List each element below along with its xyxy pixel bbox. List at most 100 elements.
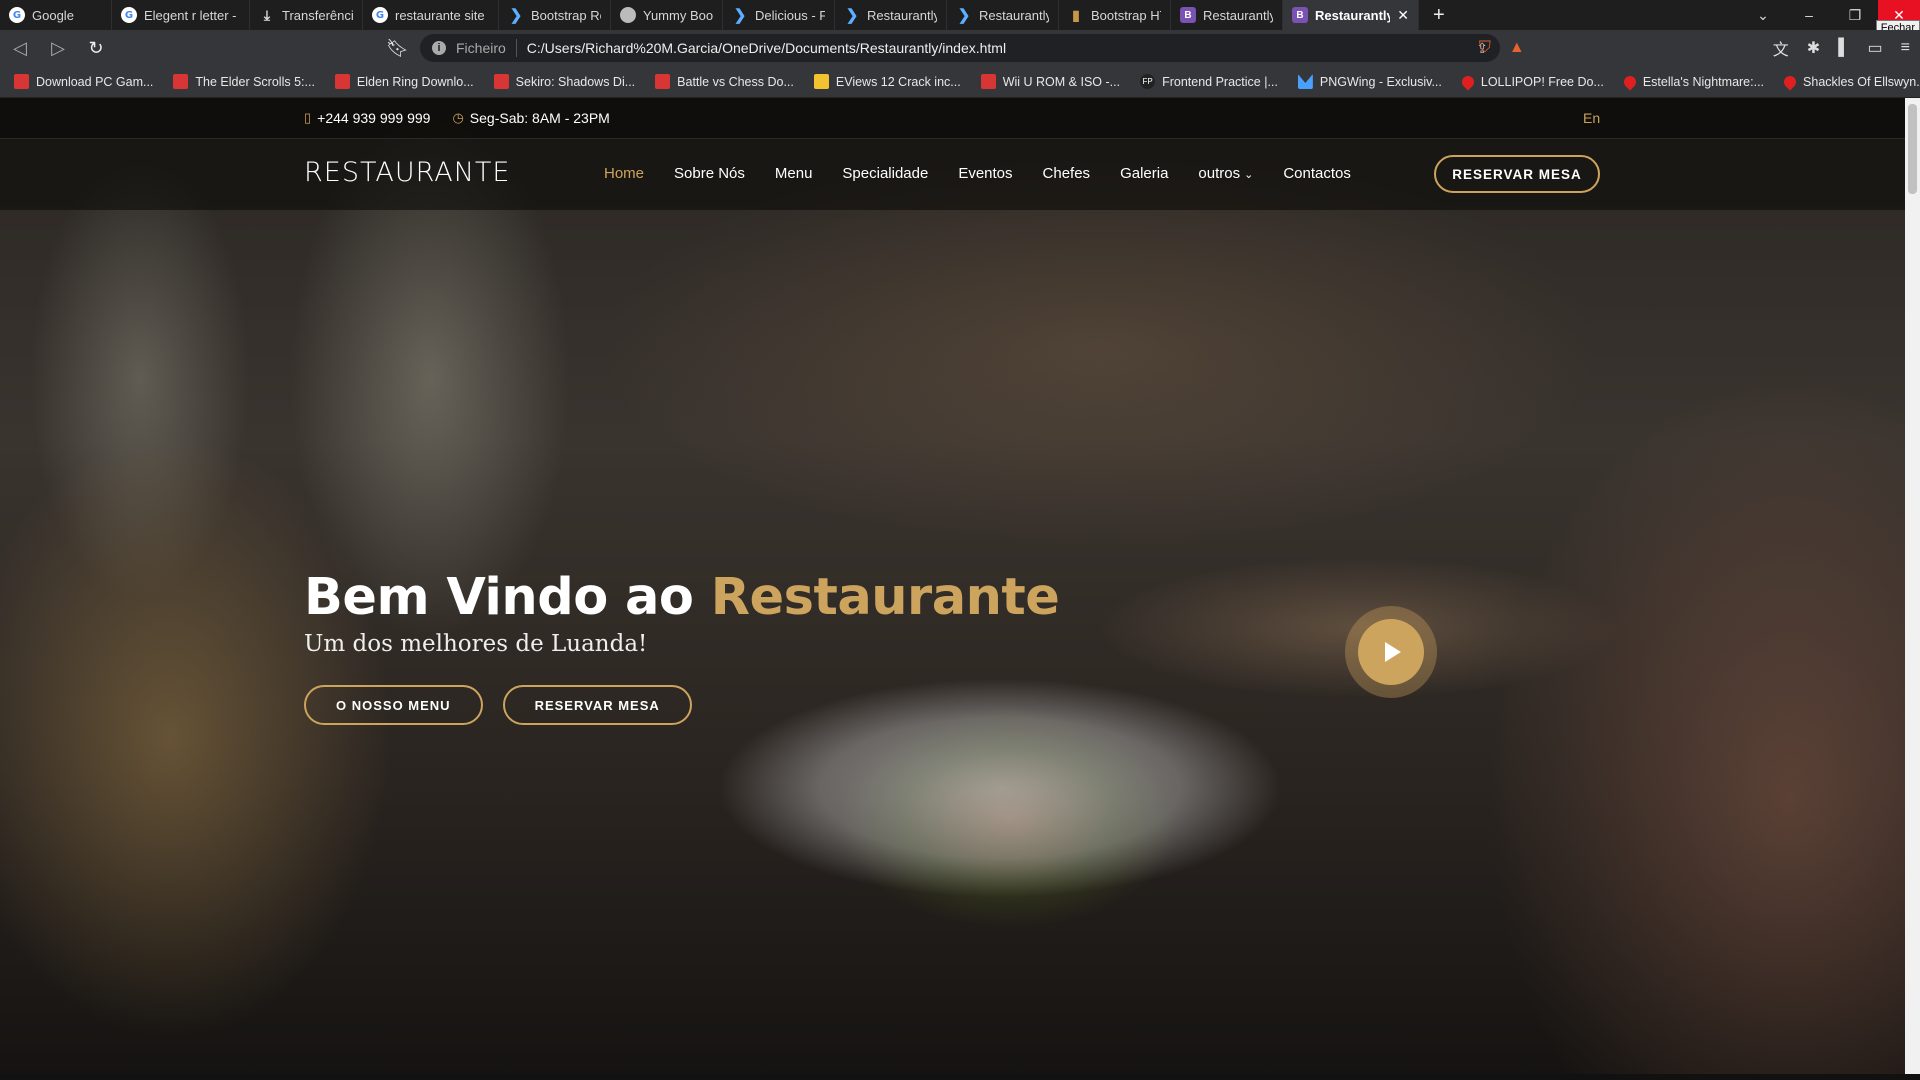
restore-button[interactable]: ❐ bbox=[1832, 7, 1878, 24]
tab-3[interactable]: ⤓ Transferências bbox=[250, 0, 363, 30]
tab-title: Delicious - Free Re bbox=[755, 7, 825, 23]
top-info-bar: ▯ +244 939 999 999 ◷ Seg-Sab: 8AM - 23PM… bbox=[0, 98, 1905, 138]
tab-title: Transferências bbox=[282, 7, 353, 23]
bookmark-label: Sekiro: Shadows Di... bbox=[515, 74, 636, 89]
tab-4[interactable]: Grestaurante site boo bbox=[363, 0, 499, 30]
tab-6[interactable]: Yummy Bootstrap bbox=[611, 0, 723, 30]
menu-icon[interactable]: ≡ bbox=[1901, 39, 1910, 57]
bookmark-item[interactable]: Estella's Nightmare:... bbox=[1621, 73, 1764, 90]
google-icon: G bbox=[9, 7, 25, 23]
tab-title: Yummy Bootstrap bbox=[643, 7, 713, 23]
tab-5[interactable]: ❯ Bootstrap Restaura bbox=[499, 0, 611, 30]
tab-title: restaurante site boo bbox=[395, 7, 489, 23]
nav-label: Specialidade bbox=[842, 165, 929, 182]
forward-button[interactable]: ▷ bbox=[48, 38, 68, 59]
download-icon: ⤓ bbox=[263, 6, 271, 23]
minimize-button[interactable]: – bbox=[1786, 7, 1832, 23]
bookmark-label: Download PC Gam... bbox=[36, 74, 154, 89]
tab-12[interactable]: B Restaurantly B ✕ bbox=[1283, 0, 1419, 30]
globe-icon bbox=[620, 7, 636, 23]
nav-item-menu[interactable]: Menu bbox=[775, 165, 813, 182]
nav-item-galeria[interactable]: Galeria bbox=[1120, 165, 1168, 182]
bookmark-label: Elden Ring Downlo... bbox=[356, 74, 474, 89]
bookmark-label: Frontend Practice |... bbox=[1162, 74, 1278, 89]
hero-title-prefix: Bem Vindo ao bbox=[304, 568, 711, 627]
nav-item-eventos[interactable]: Eventos bbox=[958, 165, 1012, 182]
tab-1[interactable]: G Google bbox=[0, 0, 112, 30]
bookmark-label: Shackles Of Ellswyn... bbox=[1803, 74, 1920, 89]
bookmark-favicon-icon bbox=[493, 74, 509, 89]
translate-icon[interactable]: 文 bbox=[1773, 36, 1789, 60]
tab-11[interactable]: B Restaurantly Boots bbox=[1171, 0, 1283, 30]
bookmark-item[interactable]: Download PC Gam... bbox=[14, 74, 153, 89]
play-video-button[interactable] bbox=[1345, 606, 1437, 698]
phone-number: +244 939 999 999 bbox=[317, 110, 431, 126]
tab-strip: G Google G Elegent r letter - Pc ⤓ Transferên… bbox=[0, 0, 1920, 36]
site-logo[interactable]: RESTAURANTE bbox=[304, 157, 510, 188]
extensions-icon[interactable]: ✱ bbox=[1807, 38, 1820, 58]
nav-label: Sobre Nós bbox=[674, 165, 745, 182]
brave-rewards-icon[interactable]: ▲ bbox=[1509, 39, 1525, 57]
bookmark-favicon-icon bbox=[1297, 74, 1313, 89]
play-icon bbox=[1385, 642, 1401, 662]
bookmark-item[interactable]: FP Frontend Practice |... bbox=[1140, 74, 1278, 89]
tab-title: Bootstrap Restaura bbox=[531, 7, 601, 23]
tab-7[interactable]: ❯ Delicious - Free Re bbox=[723, 0, 835, 30]
hero-book-table-button[interactable]: RESERVAR MESA bbox=[502, 685, 692, 725]
bootstrap-icon: B bbox=[1180, 7, 1196, 23]
bookmark-label: LOLLIPOP! Free Do... bbox=[1480, 74, 1604, 89]
sidebar-icon[interactable]: ▌ bbox=[1838, 39, 1849, 57]
scrollbar[interactable] bbox=[1905, 98, 1920, 1076]
bootstrapmade-icon: ❯ bbox=[509, 7, 523, 24]
our-menu-button[interactable]: O NOSSO MENU bbox=[304, 685, 483, 725]
nav-item-contactos[interactable]: Contactos bbox=[1283, 165, 1351, 182]
tab-title: Bootstrap HTML Re bbox=[1091, 7, 1161, 23]
bookmark-item[interactable]: Battle vs Chess Do... bbox=[655, 74, 794, 89]
info-icon[interactable]: i bbox=[432, 41, 446, 55]
back-button[interactable]: ◁ bbox=[10, 38, 30, 59]
tab-title: Elegent r letter - Pc bbox=[144, 7, 240, 23]
tab-search-icon[interactable]: ⌄ bbox=[1740, 7, 1786, 24]
bookmark-item[interactable]: Shackles Of Ellswyn... bbox=[1781, 73, 1920, 90]
nav-label: Menu bbox=[774, 165, 813, 182]
bookmark-item[interactable]: Elden Ring Downlo... bbox=[334, 74, 474, 89]
tab-2[interactable]: G Elegent r letter - Pc bbox=[112, 0, 250, 30]
nav-item-specialidade[interactable]: Specialidade bbox=[842, 165, 928, 182]
browser-chrome: G Google G Elegent r letter - Pc ⤓ Transferên… bbox=[0, 0, 1920, 98]
close-tab-icon[interactable]: ✕ bbox=[1397, 7, 1409, 24]
bookmark-item[interactable]: Sekiro: Shadows Di... bbox=[493, 74, 636, 89]
bookmark-favicon-icon bbox=[334, 74, 350, 89]
tab-8[interactable]: ❯ Restaurantly - Rest bbox=[835, 0, 947, 30]
new-tab-button[interactable]: + bbox=[1433, 4, 1445, 27]
nav-item-chefes[interactable]: Chefes bbox=[1043, 165, 1091, 182]
tab-10[interactable]: ▮ Bootstrap HTML Re bbox=[1059, 0, 1171, 30]
bookmark-item[interactable]: The Elder Scrolls 5:... bbox=[173, 74, 315, 89]
bookmarks-bar: Download PC Gam... The Elder Scrolls 5:..… bbox=[0, 66, 1920, 98]
play-circle bbox=[1358, 619, 1424, 685]
reload-button[interactable]: ↻ bbox=[86, 38, 106, 59]
tab-title: Restaurantly Boots bbox=[1203, 7, 1273, 23]
bookmark-item[interactable]: PNGWing - Exclusiv... bbox=[1297, 74, 1442, 89]
address-bar[interactable]: i Ficheiro C:/Users/Richard%20M.Garcia/O… bbox=[420, 34, 1500, 62]
nav-item-sobre-n-s[interactable]: Sobre Nós bbox=[674, 165, 745, 182]
nav-label: Home bbox=[604, 165, 645, 182]
wallet-icon[interactable]: ▭ bbox=[1868, 38, 1883, 58]
language-switch[interactable]: En bbox=[1583, 110, 1600, 126]
bookmark-favicon-icon: FP bbox=[1140, 74, 1156, 89]
nav-label: Galeria bbox=[1120, 165, 1169, 182]
bookmark-item[interactable]: EViews 12 Crack inc... bbox=[813, 74, 961, 89]
bookmark-favicon-icon bbox=[14, 74, 29, 89]
bookmark-item[interactable]: LOLLIPOP! Free Do... bbox=[1459, 73, 1604, 90]
bookmark-favicon-icon bbox=[813, 74, 829, 89]
bookmark-icon[interactable]: 🔖︎ bbox=[386, 38, 409, 59]
book-table-button[interactable]: RESERVAR MESA bbox=[1434, 155, 1600, 193]
bookmark-item[interactable]: Wii U ROM & ISO -... bbox=[980, 74, 1120, 89]
tab-9[interactable]: ❯ Restaurantly - Rest bbox=[947, 0, 1059, 30]
nav-item-outros[interactable]: outros ⌄ bbox=[1198, 165, 1253, 182]
brave-shield-icon[interactable]: ⛉ bbox=[1479, 39, 1491, 57]
url-text[interactable]: C:/Users/Richard%20M.Garcia/OneDrive/Doc… bbox=[527, 40, 1006, 56]
hero-title: Bem Vindo ao Restaurante bbox=[304, 568, 1060, 627]
nav-item-home[interactable]: Home bbox=[604, 165, 644, 182]
scrollbar-thumb[interactable] bbox=[1908, 104, 1917, 194]
bookmark-favicon-icon bbox=[1621, 73, 1639, 90]
